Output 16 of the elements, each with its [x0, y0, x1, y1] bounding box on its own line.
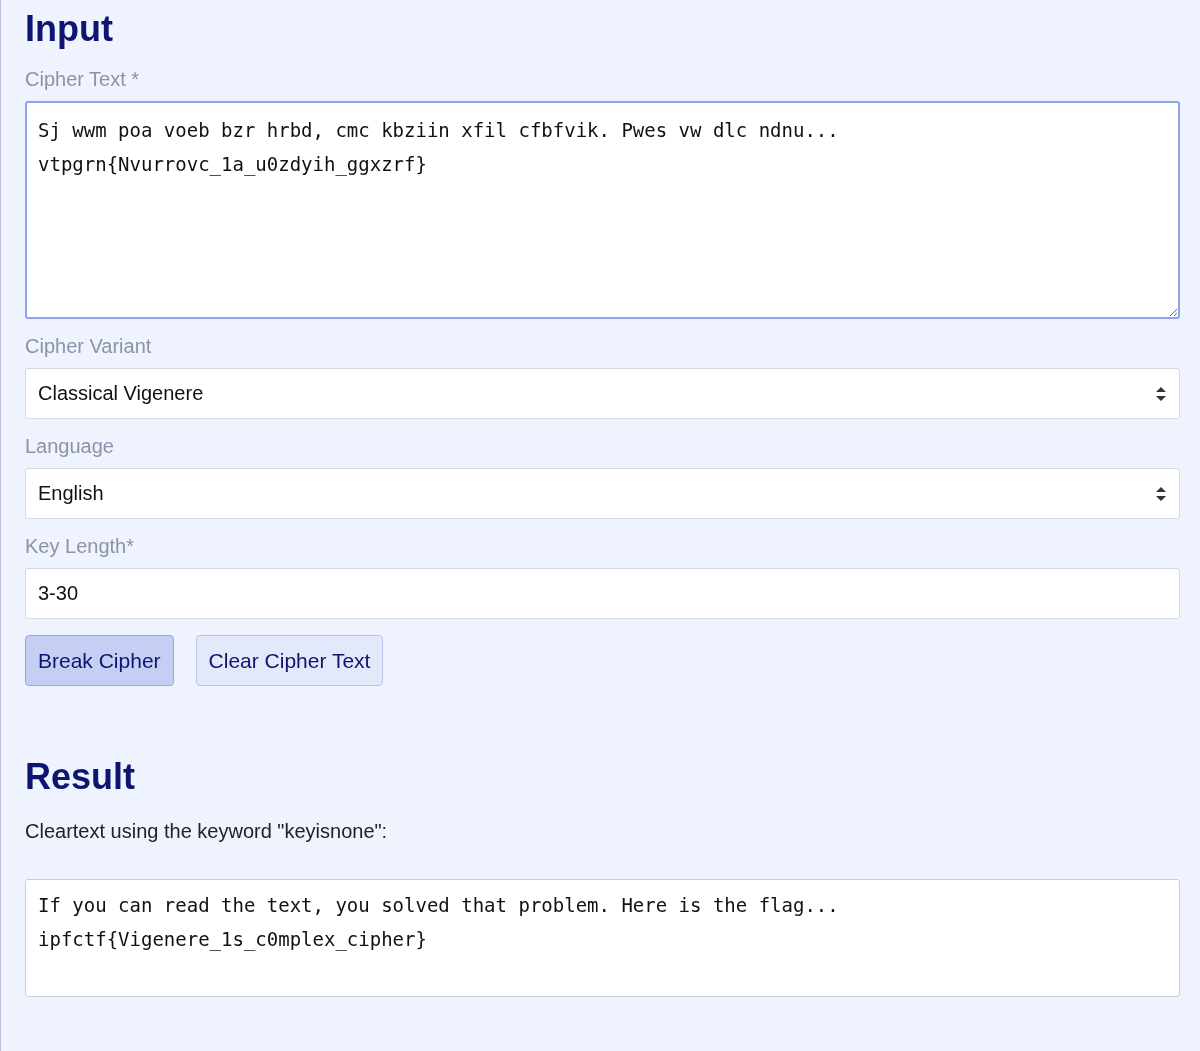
section-heading: Input — [25, 8, 114, 50]
up-down-caret-icon — [1155, 485, 1167, 502]
result-caption: Cleartext using the keyword "keyisnone": — [25, 820, 389, 843]
field-label: Key Length* — [25, 535, 135, 558]
key-length-field[interactable]: 3-30 — [25, 568, 1180, 619]
field-label: Language — [25, 435, 115, 458]
field-label: Cipher Variant — [25, 335, 153, 358]
up-down-caret-icon — [1155, 385, 1167, 402]
section-heading: Result — [25, 756, 137, 798]
field-label: Cipher Text * — [25, 68, 141, 91]
dropdown-select[interactable]: Classical Vigenere — [25, 368, 1180, 419]
action-button[interactable]: Break Cipher — [25, 635, 174, 686]
cipher-text-field[interactable]: Sj wwm poa voeb bzr hrbd, cmc kbziin xfil cfbfvik. Pwes vw dlc ndnu... vtpgrn{Nvurrovc_1a_u0zdyih_ggxzrf} — [25, 101, 1180, 319]
dropdown-select[interactable]: English — [25, 468, 1180, 519]
cleartext-output: If you can read the text, you solved that problem. Here is the flag... ipfctf{Vigenere_1s_c0mplex_cipher} — [25, 879, 1180, 997]
action-button[interactable]: Clear Cipher Text — [195, 635, 384, 686]
